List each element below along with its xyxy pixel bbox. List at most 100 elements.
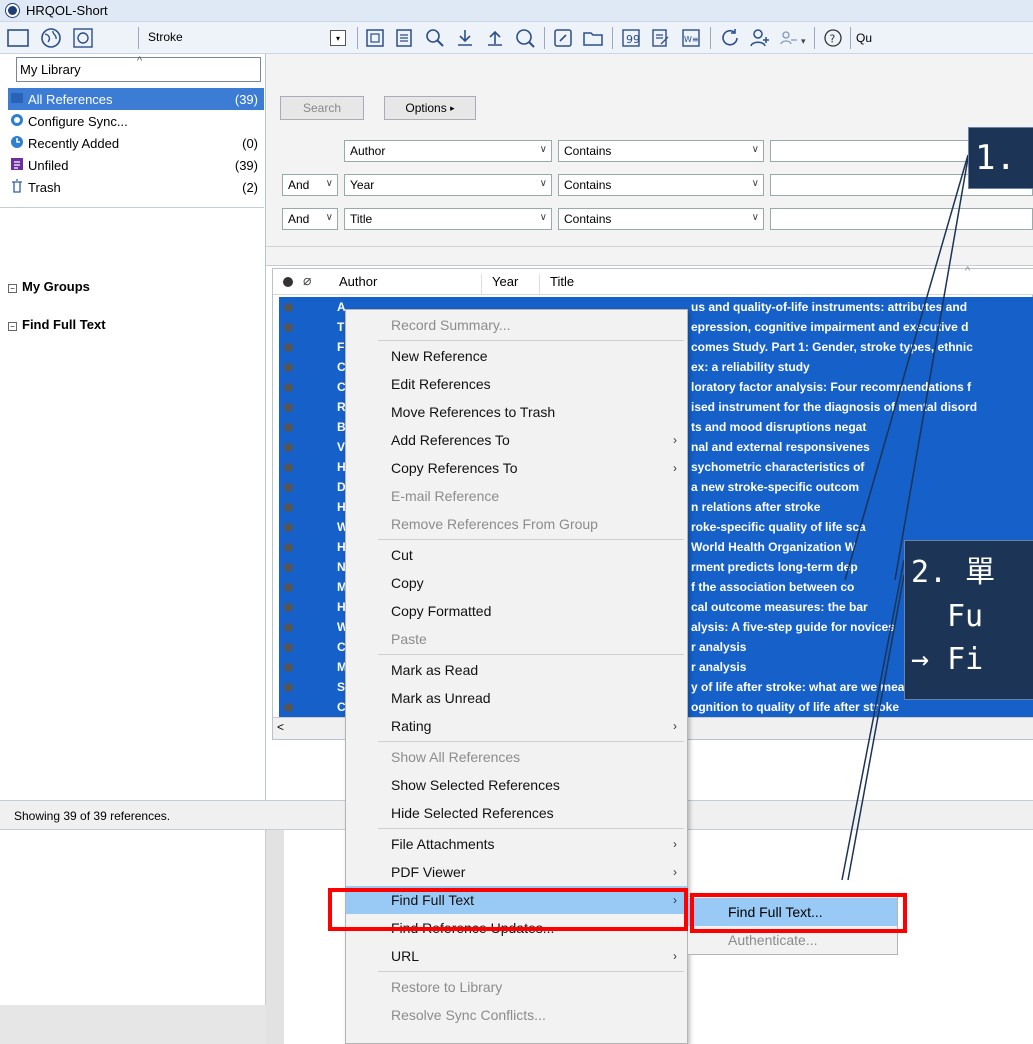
chevron-up-icon[interactable]: ^ bbox=[137, 55, 142, 67]
open-file-icon[interactable] bbox=[580, 25, 606, 51]
quick-search-input[interactable]: Qu bbox=[856, 31, 872, 45]
row-title: cal outcome measures: the bar bbox=[691, 600, 868, 614]
new-reference-icon[interactable] bbox=[362, 25, 388, 51]
library-item-recently-added[interactable]: Recently Added (0) bbox=[0, 132, 264, 154]
menu-item-show-selected-references[interactable]: Show Selected References bbox=[346, 771, 687, 799]
all-references-icon bbox=[8, 92, 26, 107]
library-item-count: (2) bbox=[242, 179, 258, 195]
insert-citation-icon[interactable] bbox=[392, 25, 418, 51]
menu-item-edit-references[interactable]: Edit References bbox=[346, 370, 687, 398]
read-status-column-icon[interactable] bbox=[283, 277, 293, 287]
insert-quote-icon[interactable]: 99 bbox=[618, 25, 644, 51]
callout-step-2-line3: → Fi bbox=[911, 642, 984, 677]
row-author: S bbox=[337, 680, 346, 694]
chevron-down-icon: ∨ bbox=[751, 144, 759, 155]
search-text-input-3[interactable] bbox=[770, 208, 1033, 230]
library-item-configure-sync[interactable]: Configure Sync... bbox=[0, 110, 264, 132]
unread-dot-icon bbox=[284, 463, 293, 472]
library-item-count: (39) bbox=[234, 157, 258, 173]
search-operator-select-3[interactable]: Contains ∨ bbox=[558, 208, 764, 230]
scroll-left-icon[interactable]: < bbox=[277, 720, 284, 734]
unread-dot-icon bbox=[284, 643, 293, 652]
sync-icon[interactable] bbox=[716, 25, 744, 51]
row-title: r analysis bbox=[691, 640, 747, 654]
chevron-down-icon[interactable]: ▾ bbox=[801, 36, 806, 47]
menu-item-url[interactable]: URL › bbox=[346, 942, 687, 970]
menu-item-label: E-mail Reference bbox=[391, 488, 500, 504]
row-title: ex: a reliability study bbox=[691, 360, 810, 374]
menu-item-cut[interactable]: Cut bbox=[346, 541, 687, 569]
online-search-globe-icon[interactable] bbox=[38, 25, 64, 51]
search-bool-select-2[interactable]: And ∨ bbox=[282, 174, 338, 196]
search-operator-select-2[interactable]: Contains ∨ bbox=[558, 174, 764, 196]
library-selector[interactable]: My Library ^ bbox=[16, 55, 261, 82]
search-field-select-3[interactable]: Title ∨ bbox=[344, 208, 552, 230]
menu-separator bbox=[378, 539, 684, 540]
menu-item-copy-references-to[interactable]: Copy References To › bbox=[346, 454, 687, 482]
edit-document-icon[interactable] bbox=[648, 25, 674, 51]
menu-item-rating[interactable]: Rating › bbox=[346, 712, 687, 740]
column-header-title[interactable]: Title bbox=[539, 274, 574, 294]
menu-item-mark-as-read[interactable]: Mark as Read bbox=[346, 656, 687, 684]
integrated-library-icon[interactable] bbox=[70, 25, 96, 51]
menu-item-show-all-references[interactable]: Show All References bbox=[346, 743, 687, 771]
callout-step-2-line2: Fu bbox=[947, 598, 984, 634]
library-selector-label: My Library bbox=[20, 62, 81, 77]
unread-dot-icon bbox=[284, 443, 293, 452]
menu-item-label: Hide Selected References bbox=[391, 805, 554, 821]
menu-item-copy[interactable]: Copy bbox=[346, 569, 687, 597]
column-header-author[interactable]: Author bbox=[339, 274, 377, 289]
unread-dot-icon bbox=[284, 363, 293, 372]
attachment-column-icon[interactable]: ⌀ bbox=[303, 272, 311, 289]
export-icon[interactable] bbox=[482, 25, 508, 51]
toolbar-divider bbox=[138, 27, 139, 49]
user-group-icon[interactable] bbox=[776, 25, 800, 51]
menu-item-pdf-viewer[interactable]: PDF Viewer › bbox=[346, 858, 687, 886]
library-item-all-references[interactable]: All References (39) bbox=[8, 88, 264, 110]
import-icon[interactable] bbox=[452, 25, 478, 51]
open-link-icon[interactable] bbox=[550, 25, 576, 51]
menu-item-remove-references-from-group[interactable]: Remove References From Group bbox=[346, 510, 687, 538]
chevron-down-icon[interactable]: ▾ bbox=[330, 30, 346, 46]
share-library-icon[interactable] bbox=[746, 25, 774, 51]
collapse-icon[interactable]: − bbox=[8, 284, 17, 293]
library-item-count: (39) bbox=[234, 91, 258, 107]
show-library-pane-icon[interactable] bbox=[6, 25, 30, 51]
options-button[interactable]: Options ▸ bbox=[384, 96, 476, 120]
menu-item-file-attachments[interactable]: File Attachments › bbox=[346, 830, 687, 858]
help-icon[interactable]: ? bbox=[820, 25, 846, 51]
search-operator-select-1[interactable]: Contains ∨ bbox=[558, 140, 764, 162]
library-item-unfiled[interactable]: Unfiled (39) bbox=[0, 154, 264, 176]
menu-item-paste[interactable]: Paste bbox=[346, 625, 687, 653]
collapse-icon[interactable]: − bbox=[8, 322, 17, 331]
search-field-select-1[interactable]: Author ∨ bbox=[344, 140, 552, 162]
menu-item-mark-as-unread[interactable]: Mark as Unread bbox=[346, 684, 687, 712]
search-bool-select-3[interactable]: And ∨ bbox=[282, 208, 338, 230]
row-title: n relations after stroke bbox=[691, 500, 821, 514]
menu-item-resolve-sync-conflicts[interactable]: Resolve Sync Conflicts... bbox=[346, 1001, 687, 1029]
menu-item-move-references-to-trash[interactable]: Move References to Trash bbox=[346, 398, 687, 426]
annotation-box-find-full-text bbox=[328, 888, 688, 931]
menu-item-e-mail-reference[interactable]: E-mail Reference bbox=[346, 482, 687, 510]
menu-item-label: Add References To bbox=[391, 432, 510, 448]
toolbar-divider bbox=[850, 27, 851, 49]
menu-item-restore-to-library[interactable]: Restore to Library bbox=[346, 973, 687, 1001]
online-search-magnifier-icon[interactable] bbox=[512, 25, 538, 51]
search-field-select-2[interactable]: Year ∨ bbox=[344, 174, 552, 196]
group-header-find-full-text[interactable]: − Find Full Text bbox=[8, 317, 106, 332]
menu-item-label: Show All References bbox=[391, 749, 521, 765]
find-full-text-icon[interactable] bbox=[422, 25, 448, 51]
splitter[interactable] bbox=[266, 830, 284, 1044]
library-item-trash[interactable]: Trash (2) bbox=[0, 176, 264, 198]
menu-separator bbox=[378, 971, 684, 972]
group-header-my-groups[interactable]: − My Groups bbox=[8, 279, 90, 294]
menu-separator bbox=[378, 741, 684, 742]
word-document-icon[interactable]: W≡ bbox=[678, 25, 704, 51]
menu-item-record-summary[interactable]: Record Summary... bbox=[346, 311, 687, 339]
menu-item-copy-formatted[interactable]: Copy Formatted bbox=[346, 597, 687, 625]
column-header-year[interactable]: Year bbox=[481, 274, 518, 294]
menu-item-hide-selected-references[interactable]: Hide Selected References bbox=[346, 799, 687, 827]
menu-item-new-reference[interactable]: New Reference bbox=[346, 342, 687, 370]
search-button[interactable]: Search bbox=[280, 96, 364, 120]
menu-item-add-references-to[interactable]: Add References To › bbox=[346, 426, 687, 454]
